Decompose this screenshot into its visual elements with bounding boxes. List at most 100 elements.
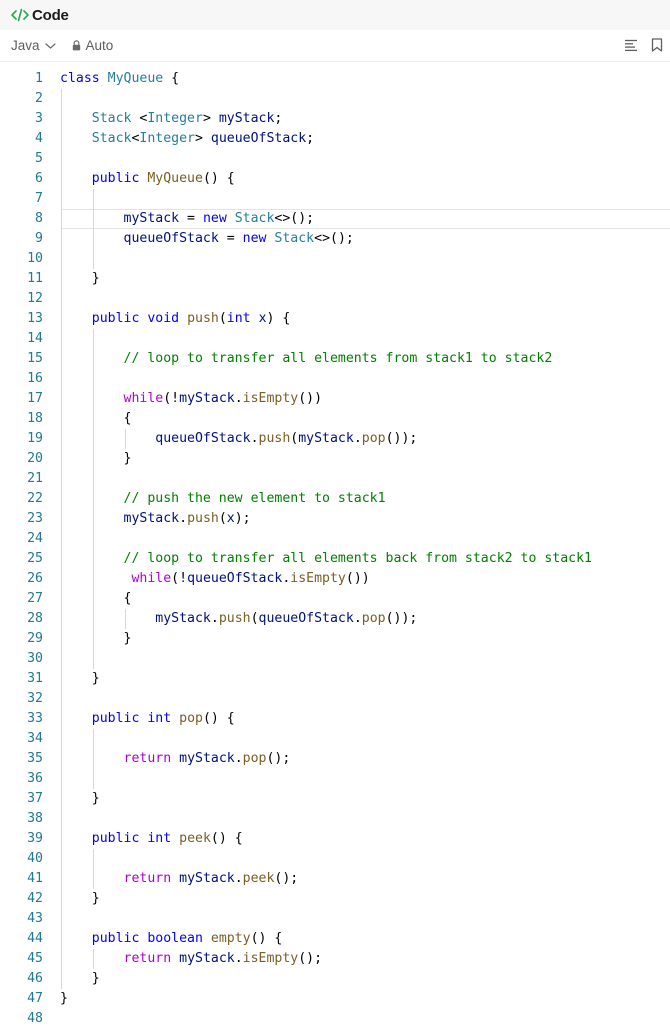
code-token: (! xyxy=(163,391,180,406)
code-line[interactable]: 8 myStack = new Stack<>(); xyxy=(0,209,670,229)
code-line[interactable]: 17 while(!myStack.isEmpty()) xyxy=(0,389,670,409)
code-line[interactable]: 44 public boolean empty() { xyxy=(0,929,670,949)
code-token: empty xyxy=(210,931,251,946)
code-line[interactable]: 26 while(!queueOfStack.isEmpty()) xyxy=(0,569,670,589)
line-number: 21 xyxy=(27,471,43,486)
code-line[interactable]: 43 xyxy=(0,909,670,929)
code-text: { xyxy=(60,589,132,609)
line-number: 28 xyxy=(27,611,43,626)
code-line[interactable]: 27 { xyxy=(0,589,670,609)
code-line[interactable]: 5 xyxy=(0,149,670,169)
code-token: new xyxy=(242,231,267,246)
code-line[interactable]: 39 public int peek() { xyxy=(0,829,670,849)
code-token: queueOfStack xyxy=(187,571,283,586)
code-line[interactable]: 22 // push the new element to stack1 xyxy=(0,489,670,509)
code-line[interactable]: 24 xyxy=(0,529,670,549)
code-line[interactable]: 19 queueOfStack.push(myStack.pop()); xyxy=(0,429,670,449)
code-line[interactable]: 20 } xyxy=(0,449,670,469)
code-token: isEmpty xyxy=(242,951,299,966)
code-line[interactable]: 41 return myStack.peek(); xyxy=(0,869,670,889)
bookmark-icon[interactable] xyxy=(650,38,664,52)
code-line[interactable]: 31 } xyxy=(0,669,670,689)
line-number: 3 xyxy=(35,111,43,126)
code-token: ()) xyxy=(298,391,323,406)
code-line[interactable]: 10 xyxy=(0,249,670,269)
code-token: queueOfStack xyxy=(123,231,219,246)
language-label: Java xyxy=(11,38,40,53)
code-line[interactable]: 16 xyxy=(0,369,670,389)
line-number: 29 xyxy=(27,631,43,646)
code-line[interactable]: 14 xyxy=(0,329,670,349)
code-line[interactable]: 21 xyxy=(0,469,670,489)
code-line[interactable]: 4 Stack<Integer> queueOfStack; xyxy=(0,129,670,149)
code-line[interactable]: 37 } xyxy=(0,789,670,809)
format-align-icon[interactable] xyxy=(624,38,638,52)
code-text: return myStack.pop(); xyxy=(60,749,291,769)
mode-label: Auto xyxy=(85,38,114,53)
code-line[interactable]: 42 } xyxy=(0,889,670,909)
indent-guide xyxy=(93,729,94,789)
code-line[interactable]: 36 xyxy=(0,769,670,789)
code-line[interactable]: 7 xyxy=(0,189,670,209)
code-line[interactable]: 30 xyxy=(0,649,670,669)
code-line[interactable]: 1 class MyQueue { xyxy=(0,69,670,89)
code-line[interactable]: 32 xyxy=(0,689,670,709)
line-number: 2 xyxy=(35,91,43,106)
code-line[interactable]: 38 xyxy=(0,809,670,829)
code-line[interactable]: 11 } xyxy=(0,269,670,289)
language-select[interactable]: Java xyxy=(11,38,56,53)
line-number: 25 xyxy=(27,551,43,566)
code-line[interactable]: 28 myStack.push(queueOfStack.pop()); xyxy=(0,609,670,629)
code-line[interactable]: 9 queueOfStack = new Stack<>(); xyxy=(0,229,670,249)
code-token: () { xyxy=(210,831,243,846)
code-line[interactable]: 2 xyxy=(0,89,670,109)
code-token: public xyxy=(91,171,140,186)
code-line[interactable]: 46 } xyxy=(0,969,670,989)
code-text: } xyxy=(60,889,100,909)
code-line[interactable]: 47} xyxy=(0,989,670,1009)
code-text: public int pop() { xyxy=(60,709,235,729)
line-number: 7 xyxy=(35,191,43,206)
code-text: { xyxy=(60,409,132,429)
code-brackets-icon xyxy=(11,8,29,22)
code-line[interactable]: 15 // loop to transfer all elements from… xyxy=(0,349,670,369)
code-text: public void push(int x) { xyxy=(60,309,291,329)
code-token: public xyxy=(91,711,140,726)
code-token: int xyxy=(226,311,251,326)
code-line[interactable]: 29 } xyxy=(0,629,670,649)
code-line[interactable]: 40 xyxy=(0,849,670,869)
code-line[interactable]: 23 myStack.push(x); xyxy=(0,509,670,529)
code-text: queueOfStack.push(myStack.pop()); xyxy=(60,429,417,449)
code-line[interactable]: 3 Stack <Integer> myStack; xyxy=(0,109,670,129)
code-line[interactable]: 34 xyxy=(0,729,670,749)
line-number: 5 xyxy=(35,151,43,166)
code-line[interactable]: 45 return myStack.isEmpty(); xyxy=(0,949,670,969)
code-line[interactable]: 6 public MyQueue() { xyxy=(0,169,670,189)
code-token: (); xyxy=(298,951,323,966)
code-line[interactable]: 33 public int pop() { xyxy=(0,709,670,729)
code-line[interactable]: 18 { xyxy=(0,409,670,429)
code-token: } xyxy=(60,271,100,286)
code-token: queueOfStack xyxy=(258,611,354,626)
code-text: myStack.push(x); xyxy=(60,509,251,529)
code-token: peek xyxy=(242,871,275,886)
code-token: (! xyxy=(171,571,188,586)
code-line[interactable]: 25 // loop to transfer all elements back… xyxy=(0,549,670,569)
code-token: } xyxy=(60,631,132,646)
code-line[interactable]: 13 public void push(int x) { xyxy=(0,309,670,329)
code-line[interactable]: 48 xyxy=(0,1009,670,1029)
code-line[interactable]: 35 return myStack.pop(); xyxy=(0,749,670,769)
code-token: < xyxy=(131,111,148,126)
code-line[interactable]: 12 xyxy=(0,289,670,309)
mode-auto[interactable]: Auto xyxy=(72,38,114,53)
code-token: while xyxy=(123,391,164,406)
code-token: ); xyxy=(234,511,251,526)
code-editor[interactable]: 1 class MyQueue { 2 3 Stack <Integer> mySta… xyxy=(0,62,670,1027)
code-token: myStack xyxy=(179,871,235,886)
code-text: } xyxy=(60,629,132,649)
